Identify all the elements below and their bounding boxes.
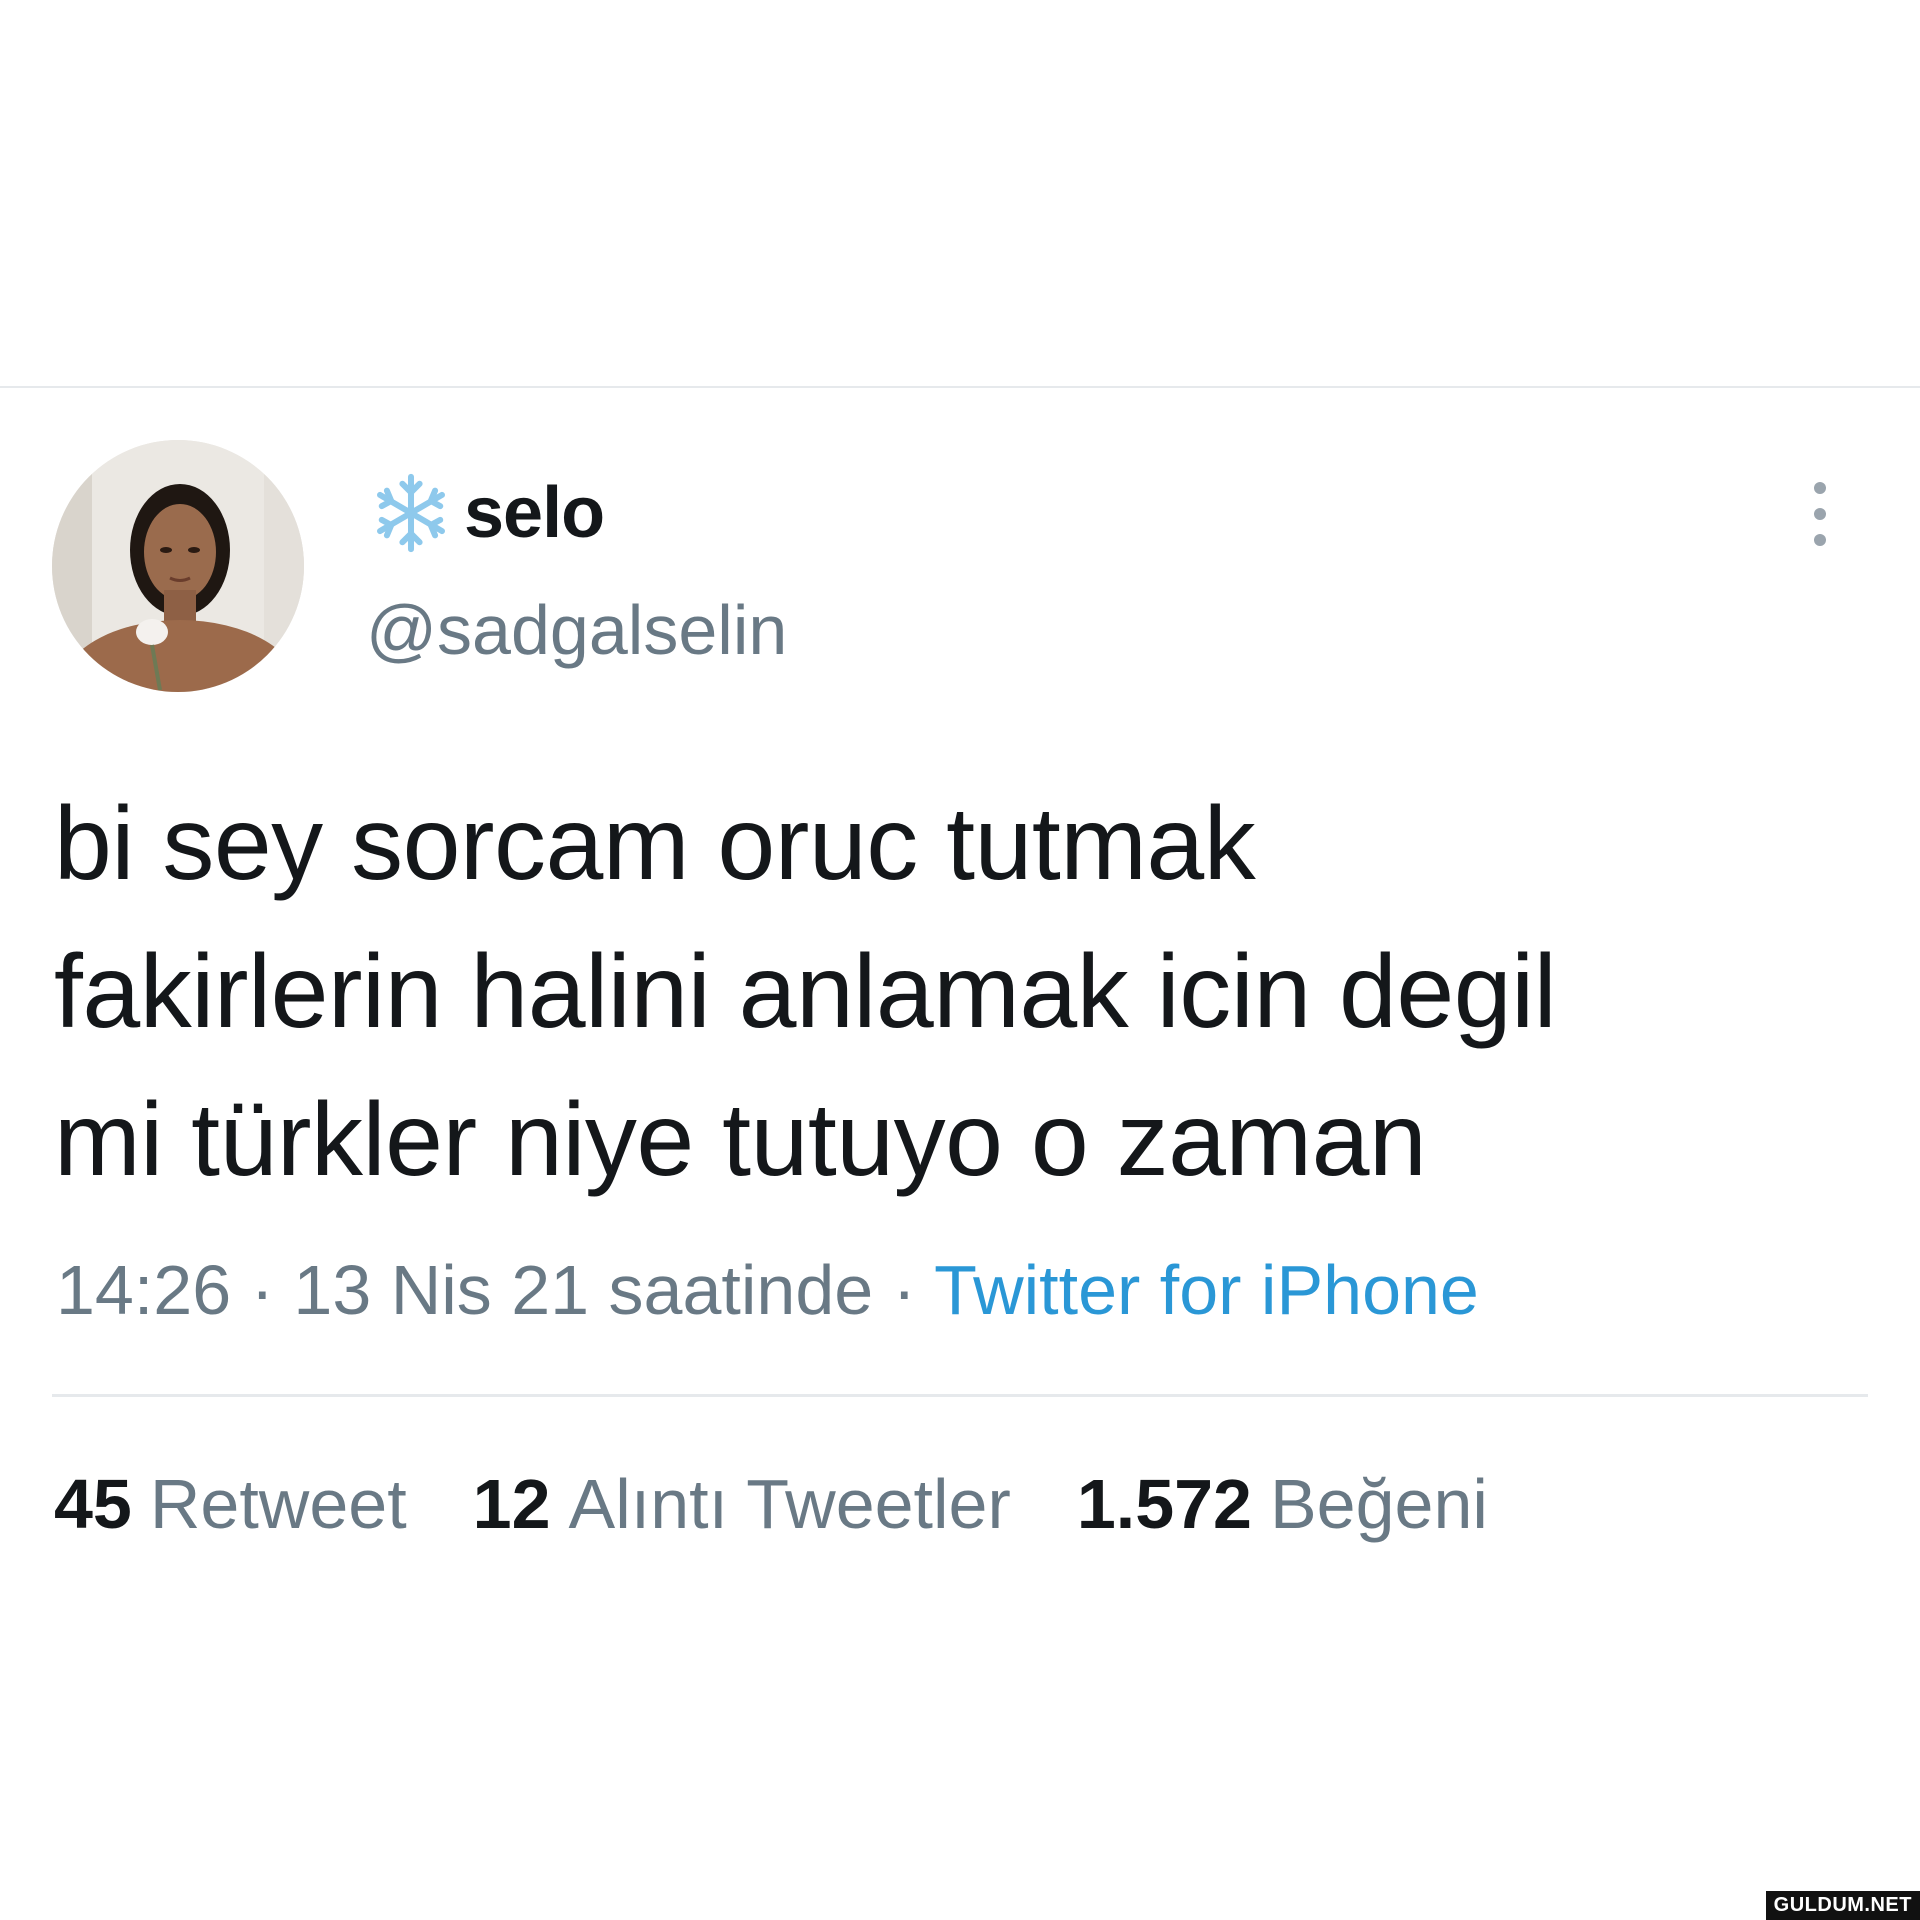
meta-separator: · bbox=[873, 1251, 935, 1329]
avatar[interactable] bbox=[52, 440, 304, 692]
watermark: GULDUM.NET bbox=[1765, 1891, 1920, 1920]
tweet-meta: 14:26 · 13 Nis 21 saatinde · Twitter for… bbox=[56, 1250, 1479, 1330]
author-display-name[interactable]: selo bbox=[464, 472, 605, 554]
tweet-text-line: fakirlerin halini anlamak icin degil bbox=[54, 934, 1557, 1050]
likes-label: Beğeni bbox=[1269, 1465, 1488, 1543]
tweet-time[interactable]: 14:26 bbox=[56, 1251, 231, 1329]
snowflake-icon bbox=[377, 473, 445, 553]
likes-stat[interactable]: 1.572 Beğeni bbox=[1077, 1464, 1488, 1544]
top-divider bbox=[0, 386, 1920, 388]
meta-separator: · bbox=[231, 1251, 294, 1329]
tweet-source-link[interactable]: Twitter for iPhone bbox=[934, 1251, 1479, 1329]
stats-divider bbox=[52, 1394, 1868, 1397]
tweet-text-line: mi türkler niye tutuyo o zaman bbox=[54, 1082, 1427, 1198]
profile-photo-icon bbox=[52, 440, 304, 692]
vertical-ellipsis-icon[interactable] bbox=[1806, 482, 1834, 562]
quotes-label: Alıntı Tweetler bbox=[568, 1465, 1011, 1543]
tweet-stats: 45 Retweet 12 Alıntı Tweetler 1.572 Beğeni bbox=[54, 1464, 1554, 1544]
retweets-count: 45 bbox=[54, 1465, 132, 1543]
tweet-screenshot: selo @sadgalselin bi sey sorcam oruc tut… bbox=[0, 0, 1920, 1920]
tweet-text: bi sey sorcam oruc tutmak fakirlerin hal… bbox=[54, 770, 1854, 1214]
retweets-stat[interactable]: 45 Retweet bbox=[54, 1464, 407, 1544]
retweets-label: Retweet bbox=[149, 1465, 407, 1543]
tweet-text-line: bi sey sorcam oruc tutmak bbox=[54, 786, 1256, 902]
author-name-row[interactable]: selo bbox=[368, 468, 605, 558]
author-handle[interactable]: @sadgalselin bbox=[366, 590, 787, 670]
quotes-count: 12 bbox=[472, 1465, 551, 1543]
quotes-stat[interactable]: 12 Alıntı Tweetler bbox=[473, 1464, 1011, 1544]
likes-count: 1.572 bbox=[1076, 1465, 1252, 1543]
tweet-date[interactable]: 13 Nis 21 saatinde bbox=[293, 1251, 873, 1329]
